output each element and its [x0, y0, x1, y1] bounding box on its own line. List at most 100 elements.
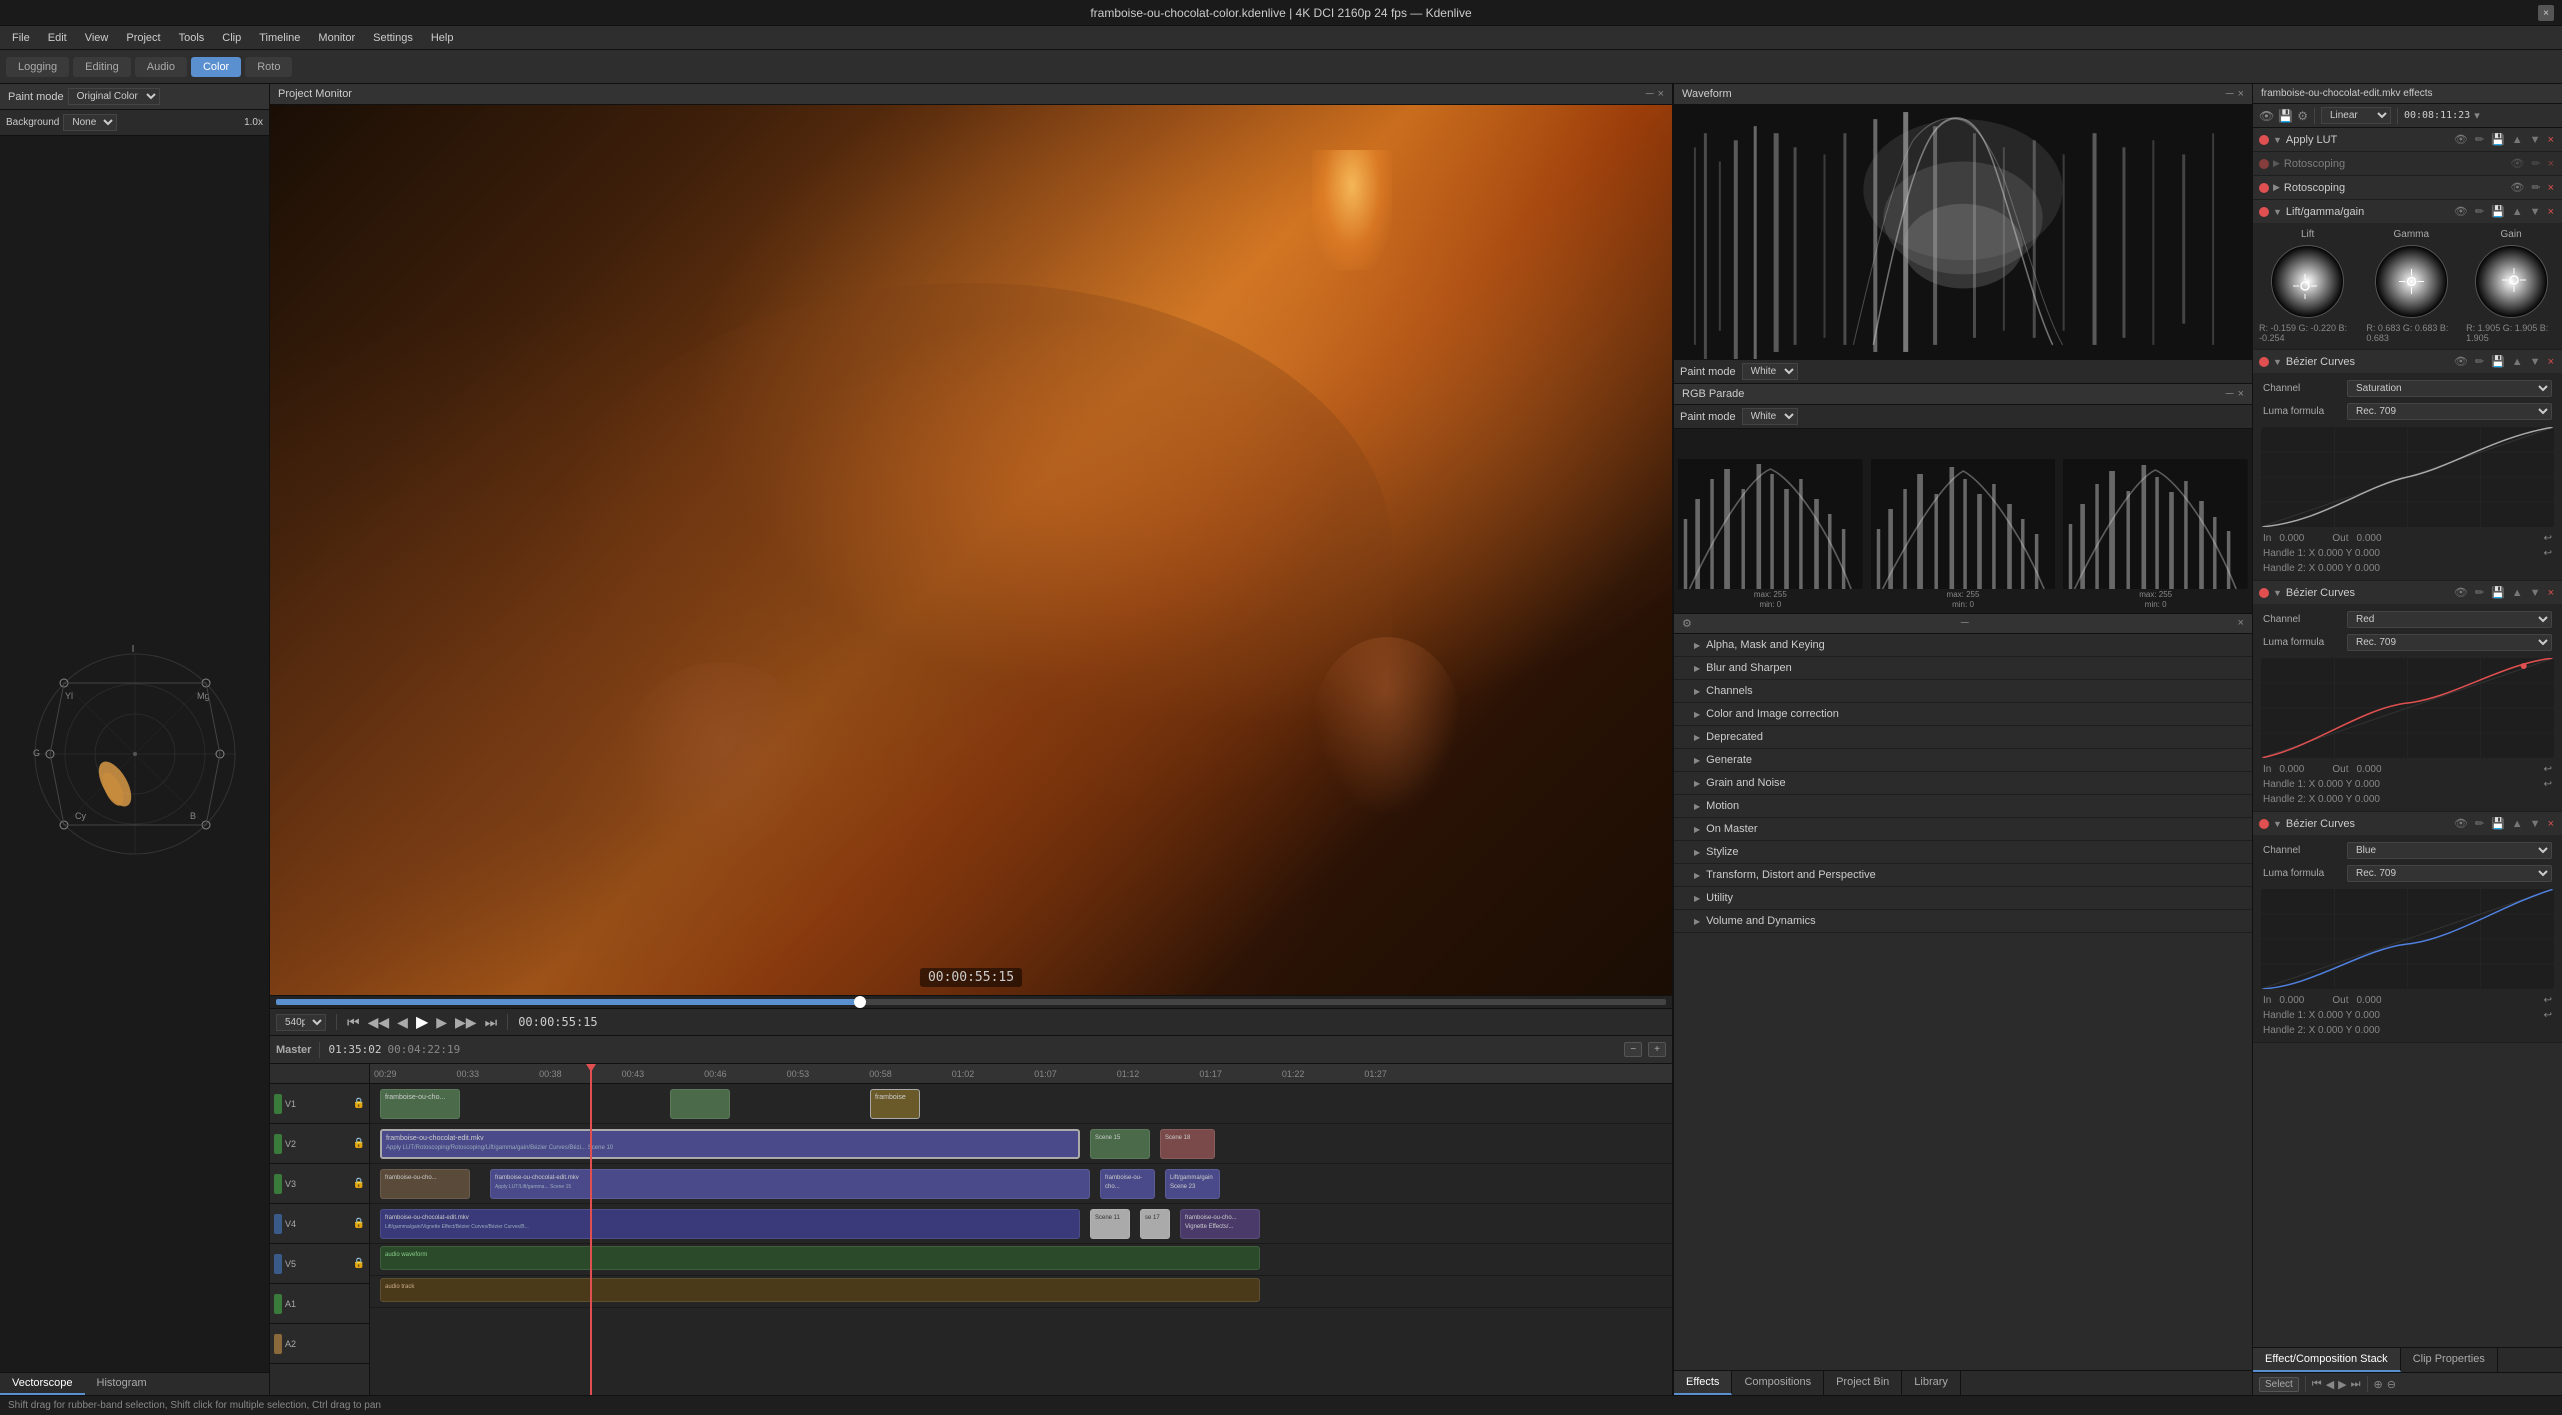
timeline-tracks[interactable]: 00:29 00:33 00:38 00:43 00:46 00:53 00:5… — [370, 1064, 1672, 1395]
bezier2-graph[interactable] — [2261, 658, 2554, 758]
reset-handle1-b3[interactable]: ↩ — [2544, 1010, 2552, 1021]
menu-item-file[interactable]: File — [4, 30, 38, 46]
down-icon-b3[interactable]: ▼ — [2528, 817, 2543, 831]
reset-handle1-b2[interactable]: ↩ — [2544, 779, 2552, 790]
reset-icon-b1[interactable]: ↩ — [2544, 533, 2552, 544]
gain-wheel[interactable] — [2474, 244, 2549, 319]
edit-icon-roto2[interactable]: ✏ — [2529, 180, 2542, 195]
eye-icon-b1[interactable]: 👁 — [2452, 354, 2470, 369]
clip-a1-1[interactable]: audio waveform — [380, 1246, 1260, 1270]
bezier3-graph[interactable] — [2261, 889, 2554, 989]
effects-panel-close[interactable]: × — [2238, 617, 2244, 630]
next-frame-btn[interactable]: ▶▶ — [455, 1014, 477, 1031]
effects-category-generate[interactable]: Generate — [1674, 749, 2252, 772]
menu-item-clip[interactable]: Clip — [214, 30, 249, 46]
rgb-minimize[interactable]: ─ — [2226, 388, 2234, 400]
clip-v4-1[interactable]: framboise-ou-chocolat-edit.mkv Lift/gamm… — [380, 1209, 1080, 1239]
waveform-close[interactable]: × — [2238, 88, 2244, 100]
luma-select-b2[interactable]: Rec. 709 — [2347, 634, 2552, 651]
menu-item-monitor[interactable]: Monitor — [310, 30, 363, 46]
up-icon-lgg[interactable]: ▲ — [2510, 205, 2525, 219]
paint-mode-select[interactable]: Original Color — [68, 88, 160, 105]
save-icon-b3[interactable]: 💾 — [2489, 816, 2507, 831]
track-lane-a1[interactable]: audio waveform — [370, 1244, 1672, 1276]
clip-v2-main[interactable]: framboise-ou-chocolat-edit.mkv Apply LUT… — [380, 1129, 1080, 1159]
top-tab-audio[interactable]: Audio — [135, 57, 187, 77]
eye-icon-lut[interactable]: 👁 — [2452, 132, 2470, 147]
channel-select-b1[interactable]: Saturation — [2347, 380, 2552, 397]
vectorscope-tab[interactable]: Vectorscope — [0, 1373, 85, 1395]
track-lane-v1[interactable]: framboise-ou-cho... framboise — [370, 1084, 1672, 1124]
effects-tab-compositions[interactable]: Compositions — [1732, 1371, 1824, 1395]
step-back-btn[interactable]: ◀ — [397, 1014, 408, 1031]
effects-tab-effects[interactable]: Effects — [1674, 1371, 1732, 1395]
effects-category-transform[interactable]: Transform, Distort and Perspective — [1674, 864, 2252, 887]
effects-category-volume[interactable]: Volume and Dynamics — [1674, 910, 2252, 933]
tl-zoom-out[interactable]: − — [1624, 1042, 1642, 1057]
bt-icon4[interactable]: ⏭ — [2351, 1378, 2361, 1391]
eye-icon-b2[interactable]: 👁 — [2452, 585, 2470, 600]
menu-item-project[interactable]: Project — [118, 30, 168, 46]
up-icon-b2[interactable]: ▲ — [2510, 586, 2525, 600]
effect-bezier1-header[interactable]: ▼ Bézier Curves 👁 ✏ 💾 ▲ ▼ × — [2253, 350, 2562, 373]
lock-icon-v4[interactable]: 🔒 — [353, 1218, 365, 1229]
effects-category-blur[interactable]: Blur and Sharpen — [1674, 657, 2252, 680]
effect-bezier2-header[interactable]: ▼ Bézier Curves 👁 ✏ 💾 ▲ ▼ × — [2253, 581, 2562, 604]
eye-icon-lgg[interactable]: 👁 — [2452, 204, 2470, 219]
eye-icon-b3[interactable]: 👁 — [2452, 816, 2470, 831]
tl-zoom-in[interactable]: + — [1648, 1042, 1666, 1057]
edit-icon-b1[interactable]: ✏ — [2473, 354, 2486, 369]
effects-category-motion[interactable]: Motion — [1674, 795, 2252, 818]
down-icon-lgg[interactable]: ▼ — [2528, 205, 2543, 219]
clip-a2-1[interactable]: audio track — [380, 1278, 1260, 1302]
clip-v3-3[interactable]: framboise-ou-cho... — [1100, 1169, 1155, 1199]
clip-v2-2[interactable]: Scene 15 — [1090, 1129, 1150, 1159]
effects-category-channels[interactable]: Channels — [1674, 680, 2252, 703]
edit-icon-lgg[interactable]: ✏ — [2473, 204, 2486, 219]
bt-icon3[interactable]: ▶ — [2338, 1378, 2346, 1391]
monitor-close-icon[interactable]: × — [1658, 88, 1664, 100]
clip-v1-3[interactable]: framboise — [870, 1089, 920, 1119]
waveform-mode-select[interactable]: White — [1742, 363, 1798, 380]
top-tab-logging[interactable]: Logging — [6, 57, 69, 77]
channel-select-b2[interactable]: Red — [2347, 611, 2552, 628]
save-icon-lgg[interactable]: 💾 — [2489, 204, 2507, 219]
es-icon-save[interactable]: 💾 — [2278, 109, 2293, 123]
menu-item-tools[interactable]: Tools — [171, 30, 213, 46]
background-select[interactable]: None — [63, 114, 117, 131]
expand-roto1[interactable]: ▶ — [2273, 158, 2280, 169]
menu-item-edit[interactable]: Edit — [40, 30, 75, 46]
up-icon-lut[interactable]: ▲ — [2510, 133, 2525, 147]
monitor-minimize-icon[interactable]: ─ — [1646, 88, 1654, 100]
bt-icon1[interactable]: ⏮ — [2312, 1378, 2322, 1391]
lock-icon-v5[interactable]: 🔒 — [353, 1258, 365, 1269]
skip-end-btn[interactable]: ⏭ — [485, 1014, 498, 1031]
track-lane-v2[interactable]: framboise-ou-chocolat-edit.mkv Apply LUT… — [370, 1124, 1672, 1164]
es-icon-settings[interactable]: ⚙ — [2297, 109, 2308, 123]
effects-panel-expand[interactable]: ─ — [1961, 617, 1969, 630]
progress-bar[interactable] — [276, 999, 1666, 1005]
zoom-select[interactable]: 540p — [276, 1014, 326, 1031]
playhead[interactable] — [590, 1064, 592, 1395]
rgb-mode-select[interactable]: White — [1742, 408, 1798, 425]
step-fwd-btn[interactable]: ▶ — [436, 1014, 447, 1031]
effects-category-color[interactable]: Color and Image correction — [1674, 703, 2252, 726]
close-button[interactable]: × — [2538, 5, 2554, 21]
es-icon-nav[interactable]: ▾ — [2474, 109, 2480, 122]
effect-lgg-header[interactable]: ▼ Lift/gamma/gain 👁 ✏ 💾 ▲ ▼ × — [2253, 200, 2562, 223]
effects-category-alpha[interactable]: Alpha, Mask and Keying — [1674, 634, 2252, 657]
bt-icon5[interactable]: ⊕ — [2374, 1378, 2383, 1391]
down-icon-lut[interactable]: ▼ — [2528, 133, 2543, 147]
bt-icon6[interactable]: ⊖ — [2387, 1378, 2396, 1391]
menu-item-settings[interactable]: Settings — [365, 30, 421, 46]
effect-bezier3-header[interactable]: ▼ Bézier Curves 👁 ✏ 💾 ▲ ▼ × — [2253, 812, 2562, 835]
waveform-minimize[interactable]: ─ — [2226, 88, 2234, 100]
clip-v4-4[interactable]: framboise-ou-cho... Vignette Effects/... — [1180, 1209, 1260, 1239]
luma-select-b1[interactable]: Rec. 709 — [2347, 403, 2552, 420]
del-icon-lgg[interactable]: × — [2546, 205, 2556, 219]
reset-icon-b2[interactable]: ↩ — [2544, 764, 2552, 775]
clip-v3-4[interactable]: Lift/gamma/gain Scene 23 — [1165, 1169, 1220, 1199]
es-icon-eye[interactable]: 👁 — [2259, 109, 2274, 123]
clip-v4-3[interactable]: se 17 — [1140, 1209, 1170, 1239]
clip-v1-1[interactable]: framboise-ou-cho... — [380, 1089, 460, 1119]
